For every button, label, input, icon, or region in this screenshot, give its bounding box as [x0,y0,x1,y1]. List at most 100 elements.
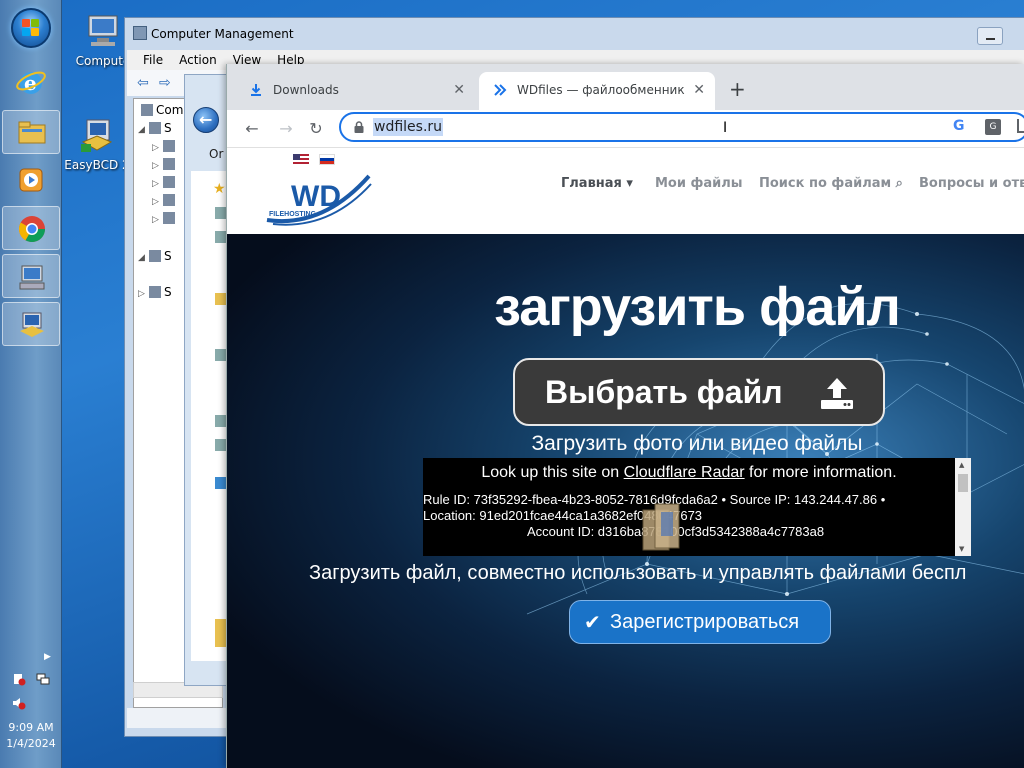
vertical-scrollbar[interactable]: ▲ ▼ [955,458,971,556]
chrome-window[interactable]: Downloads ✕ WDfiles — файлообменник бесп… [226,64,1024,768]
choose-file-button[interactable]: Выбрать файл [513,358,885,426]
tree-item[interactable]: ◢ S [138,121,172,137]
wdfiles-favicon-icon [494,84,507,96]
tab-downloads[interactable]: Downloads ✕ [235,72,475,110]
new-tab-button[interactable]: + [729,78,746,100]
desktop: Compute EasyBCD 2 e ▶ 9:09 AM 1/4/2024 C… [0,0,1024,768]
computer-icon [83,12,123,52]
users-icon [163,194,175,206]
network-icon[interactable] [36,672,50,686]
show-hidden-icons-icon[interactable]: ▶ [44,652,51,662]
hero-section: загрузить файл Выбрать файл Загрузить фо… [227,234,1024,768]
ray-info-text: Rule ID: 73f35292-fbea-4b23-8052-7816d9f… [423,492,886,523]
drag-image-icon [642,503,680,551]
taskbar-computer-management[interactable] [2,254,60,298]
volume-muted-icon[interactable] [12,696,26,710]
text-cursor-icon: I [723,120,728,136]
cloudflare-radar-text: Look up this site on Cloudflare Radar fo… [481,464,897,481]
reload-icon[interactable]: ↻ [303,116,329,142]
nav-faq[interactable]: Вопросы и отве [919,176,1024,191]
taskbar-explorer[interactable] [2,110,60,154]
tree-item[interactable]: ▷ [152,175,178,191]
cloudflare-info-box: Look up this site on Cloudflare Radar fo… [423,458,971,556]
expand-arrow-icon[interactable]: ▷ [152,161,160,171]
tab-wdfiles[interactable]: WDfiles — файлообменник бесп ✕ [479,72,715,110]
site-header: WD FILEHOSTING Главная ▾ Мои файлы Поиск… [227,148,1024,234]
scrollbar-thumb[interactable] [958,474,968,492]
collapse-arrow-icon[interactable]: ◢ [138,125,146,135]
taskbar-media-player[interactable] [2,158,60,202]
tree-item[interactable]: ▷ [152,211,178,227]
collapse-arrow-icon[interactable]: ◢ [138,253,146,263]
scroll-down-icon[interactable]: ▼ [959,545,964,553]
desktop-icon-easybcd[interactable]: EasyBCD 2 [64,116,130,172]
cloudflare-radar-link[interactable]: Cloudflare Radar [624,464,745,481]
download-icon [251,84,261,96]
back-button[interactable] [193,107,219,133]
taskbar: e ▶ 9:09 AM 1/4/2024 [0,0,62,768]
storage-icon [149,250,161,262]
easybcd-icon [77,116,117,156]
taskbar-clock[interactable]: 9:09 AM 1/4/2024 [0,720,62,752]
expand-arrow-icon[interactable]: ▷ [138,289,146,299]
expand-arrow-icon[interactable]: ▷ [152,143,160,153]
logo-subtext: FILEHOSTING [269,211,317,218]
start-button[interactable] [11,8,51,48]
tagline: Загрузить файл, совместно использовать и… [309,562,967,584]
tree-item[interactable]: ◢ S [138,249,172,265]
expand-arrow-icon[interactable]: ▷ [152,215,160,225]
expand-arrow-icon[interactable]: ▷ [152,197,160,207]
expand-arrow-icon[interactable]: ▷ [152,179,160,189]
desktop-icon-label: EasyBCD 2 [64,158,130,172]
share-icon[interactable] [1017,119,1024,133]
taskbar-chrome[interactable] [2,206,60,250]
upload-icon [821,378,853,409]
tab-close-icon[interactable]: ✕ [453,72,465,108]
scroll-up-icon[interactable]: ▲ [959,461,964,469]
lock-icon[interactable] [353,121,365,133]
action-center-icon[interactable] [12,672,26,686]
computer-management-title-icon [133,26,147,40]
tab-close-icon[interactable]: ✕ [693,72,705,108]
back-arrow-icon[interactable]: ⇦ [137,75,155,91]
url-text[interactable]: wdfiles.ru [373,118,444,136]
russian-flag-icon[interactable] [319,154,335,165]
tab-strip: Downloads ✕ WDfiles — файлообменник бесп… [227,64,1024,110]
menu-action[interactable]: Action [179,50,217,70]
address-bar[interactable]: wdfiles.ru I G G [339,112,1024,142]
taskbar-internet-explorer[interactable]: e [2,60,60,104]
clock-date: 1/4/2024 [6,737,56,750]
menu-file[interactable]: File [143,50,163,70]
computer-icon [141,104,153,116]
choose-file-label: Выбрать файл [545,374,783,410]
register-button[interactable]: ✔ Зарегистрироваться [569,600,831,644]
hero-title: загрузить файл [494,277,901,337]
tree-item[interactable]: ▷ [152,193,178,209]
shared-folders-icon [163,176,175,188]
site-logo[interactable]: WD FILEHOSTING [263,166,373,230]
tree-item[interactable]: ▷ [152,157,178,173]
nav-home[interactable]: Главная ▾ [561,176,633,191]
translate-icon[interactable]: G [985,119,1001,135]
tools-icon [149,122,161,134]
taskbar-easybcd[interactable] [2,302,60,346]
google-icon[interactable]: G [953,118,965,134]
favorites-star-icon[interactable]: ★ [213,181,226,197]
webpage: WD FILEHOSTING Главная ▾ Мои файлы Поиск… [227,148,1024,768]
system-tray: ▶ 9:09 AM 1/4/2024 [0,648,62,768]
chrome-icon [18,216,46,243]
forward-arrow-icon[interactable]: ⇨ [159,75,177,91]
minimize-button[interactable] [977,27,1003,45]
performance-icon [163,212,175,224]
organize-menu[interactable]: Or [209,147,223,161]
back-arrow-icon[interactable]: ← [239,116,265,142]
nav-search-files[interactable]: Поиск по файлам ⌕ [759,176,903,191]
media-player-icon [19,168,43,192]
forward-arrow-icon[interactable]: → [273,116,299,142]
nav-my-files[interactable]: Мои файлы [655,176,743,191]
tree-item[interactable]: ▷ S [138,285,172,301]
windows-logo-icon [22,19,40,37]
english-flag-icon[interactable] [293,154,309,165]
browser-toolbar: ← → ↻ wdfiles.ru I G G [227,110,1024,148]
tree-item[interactable]: ▷ [152,139,178,155]
